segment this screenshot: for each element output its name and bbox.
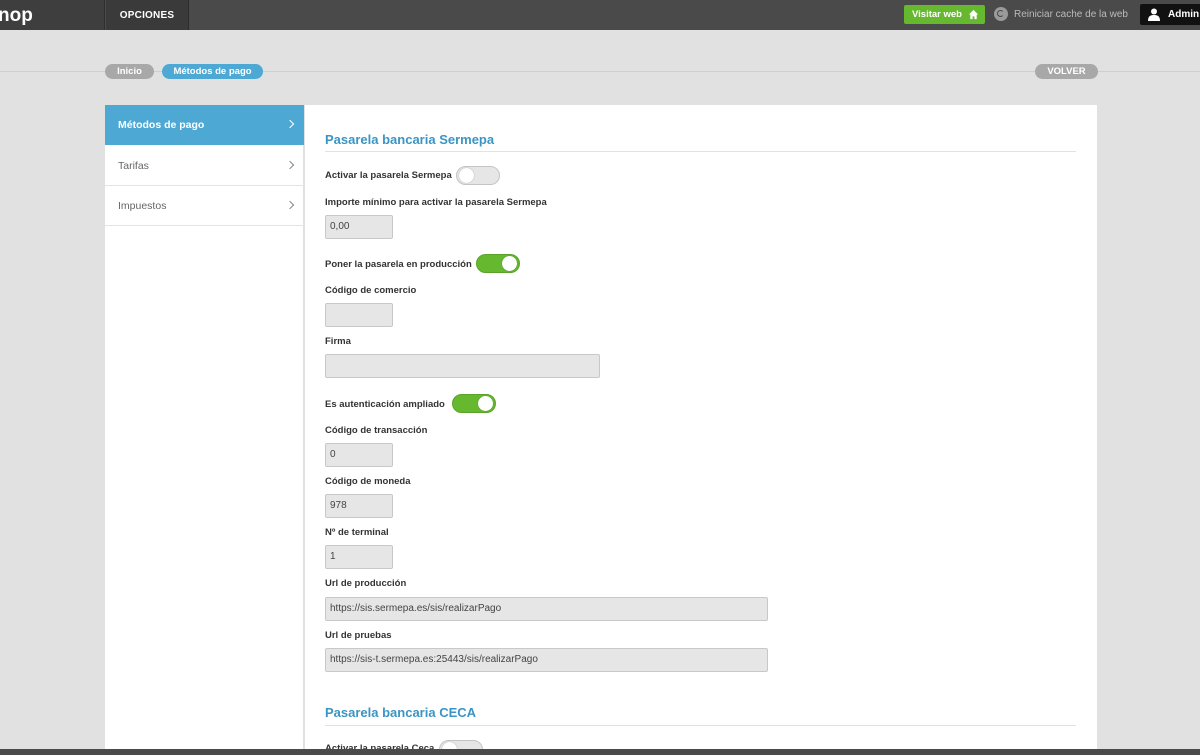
test-url-label: Url de pruebas [325,630,392,641]
extended-auth-toggle[interactable] [452,394,496,413]
transaction-code-label: Código de transacción [325,425,428,436]
refresh-icon [994,7,1008,21]
merchant-code-input[interactable] [325,303,393,327]
chevron-right-icon [285,160,295,170]
logo[interactable]: nop [0,0,105,30]
merchant-code-label: Código de comercio [325,285,417,296]
section-divider [325,151,1076,152]
top-navigation-bar: nop OPCIONES Visitar web Reiniciar cache… [0,0,1200,30]
production-url-label: Url de producción [325,578,407,589]
payment-settings-panel: Pasarela bancaria Sermepa Activar la pas… [305,105,1097,755]
home-icon [968,9,979,20]
sidebar-item-label: Impuestos [118,200,167,212]
options-menu-button[interactable]: OPCIONES [106,0,189,30]
user-icon [1148,8,1160,21]
toggle-knob [459,168,474,183]
ceca-section-title: Pasarela bancaria CECA [325,705,477,720]
sidebar-item-label: Métodos de pago [118,119,205,131]
reset-cache-label: Reiniciar cache de la web [1014,9,1128,20]
terminal-number-input[interactable]: 1 [325,545,393,569]
toggle-knob [478,396,493,411]
back-button[interactable]: VOLVER [1035,64,1098,79]
sermepa-section-title: Pasarela bancaria Sermepa [325,132,495,147]
transaction-code-input[interactable]: 0 [325,443,393,467]
admin-user-menu[interactable]: Admin [1140,4,1200,25]
sidebar-item-rates[interactable]: Tarifas [105,146,304,186]
min-amount-input[interactable]: 0,00 [325,215,393,239]
terminal-number-label: Nº de terminal [325,527,389,538]
signature-input[interactable] [325,354,600,378]
activate-sermepa-label: Activar la pasarela Sermepa [325,170,452,181]
section-divider [325,725,1076,726]
sidebar-item-payment-methods[interactable]: Métodos de pago [105,105,304,145]
production-mode-label: Poner la pasarela en producción [325,259,472,270]
admin-label: Admin [1168,9,1200,20]
currency-code-label: Código de moneda [325,476,411,487]
min-amount-label: Importe mínimo para activar la pasarela … [325,197,547,208]
sidebar-item-label: Tarifas [118,160,149,172]
chevron-right-icon [285,119,295,129]
production-mode-toggle[interactable] [476,254,520,273]
settings-sidebar: Métodos de pago Tarifas Impuestos [105,105,304,755]
logo-text: nop [0,5,33,26]
signature-label: Firma [325,336,351,347]
production-url-input[interactable]: https://sis.sermepa.es/sis/realizarPago [325,597,768,621]
toggle-knob [502,256,517,271]
currency-code-input[interactable]: 978 [325,494,393,518]
visit-web-label: Visitar web [912,9,962,20]
chevron-right-icon [285,200,295,210]
breadcrumb-home[interactable]: Inicio [105,64,154,79]
visit-web-button[interactable]: Visitar web [904,5,985,24]
activate-sermepa-toggle[interactable] [456,166,500,185]
sidebar-item-taxes[interactable]: Impuestos [105,186,304,226]
bottom-bar [0,749,1200,755]
reset-cache-link[interactable]: Reiniciar cache de la web [994,7,1128,23]
breadcrumb-current[interactable]: Métodos de pago [162,64,263,79]
extended-auth-label: Es autenticación ampliado [325,399,445,410]
test-url-input[interactable]: https://sis-t.sermepa.es:25443/sis/reali… [325,648,768,672]
